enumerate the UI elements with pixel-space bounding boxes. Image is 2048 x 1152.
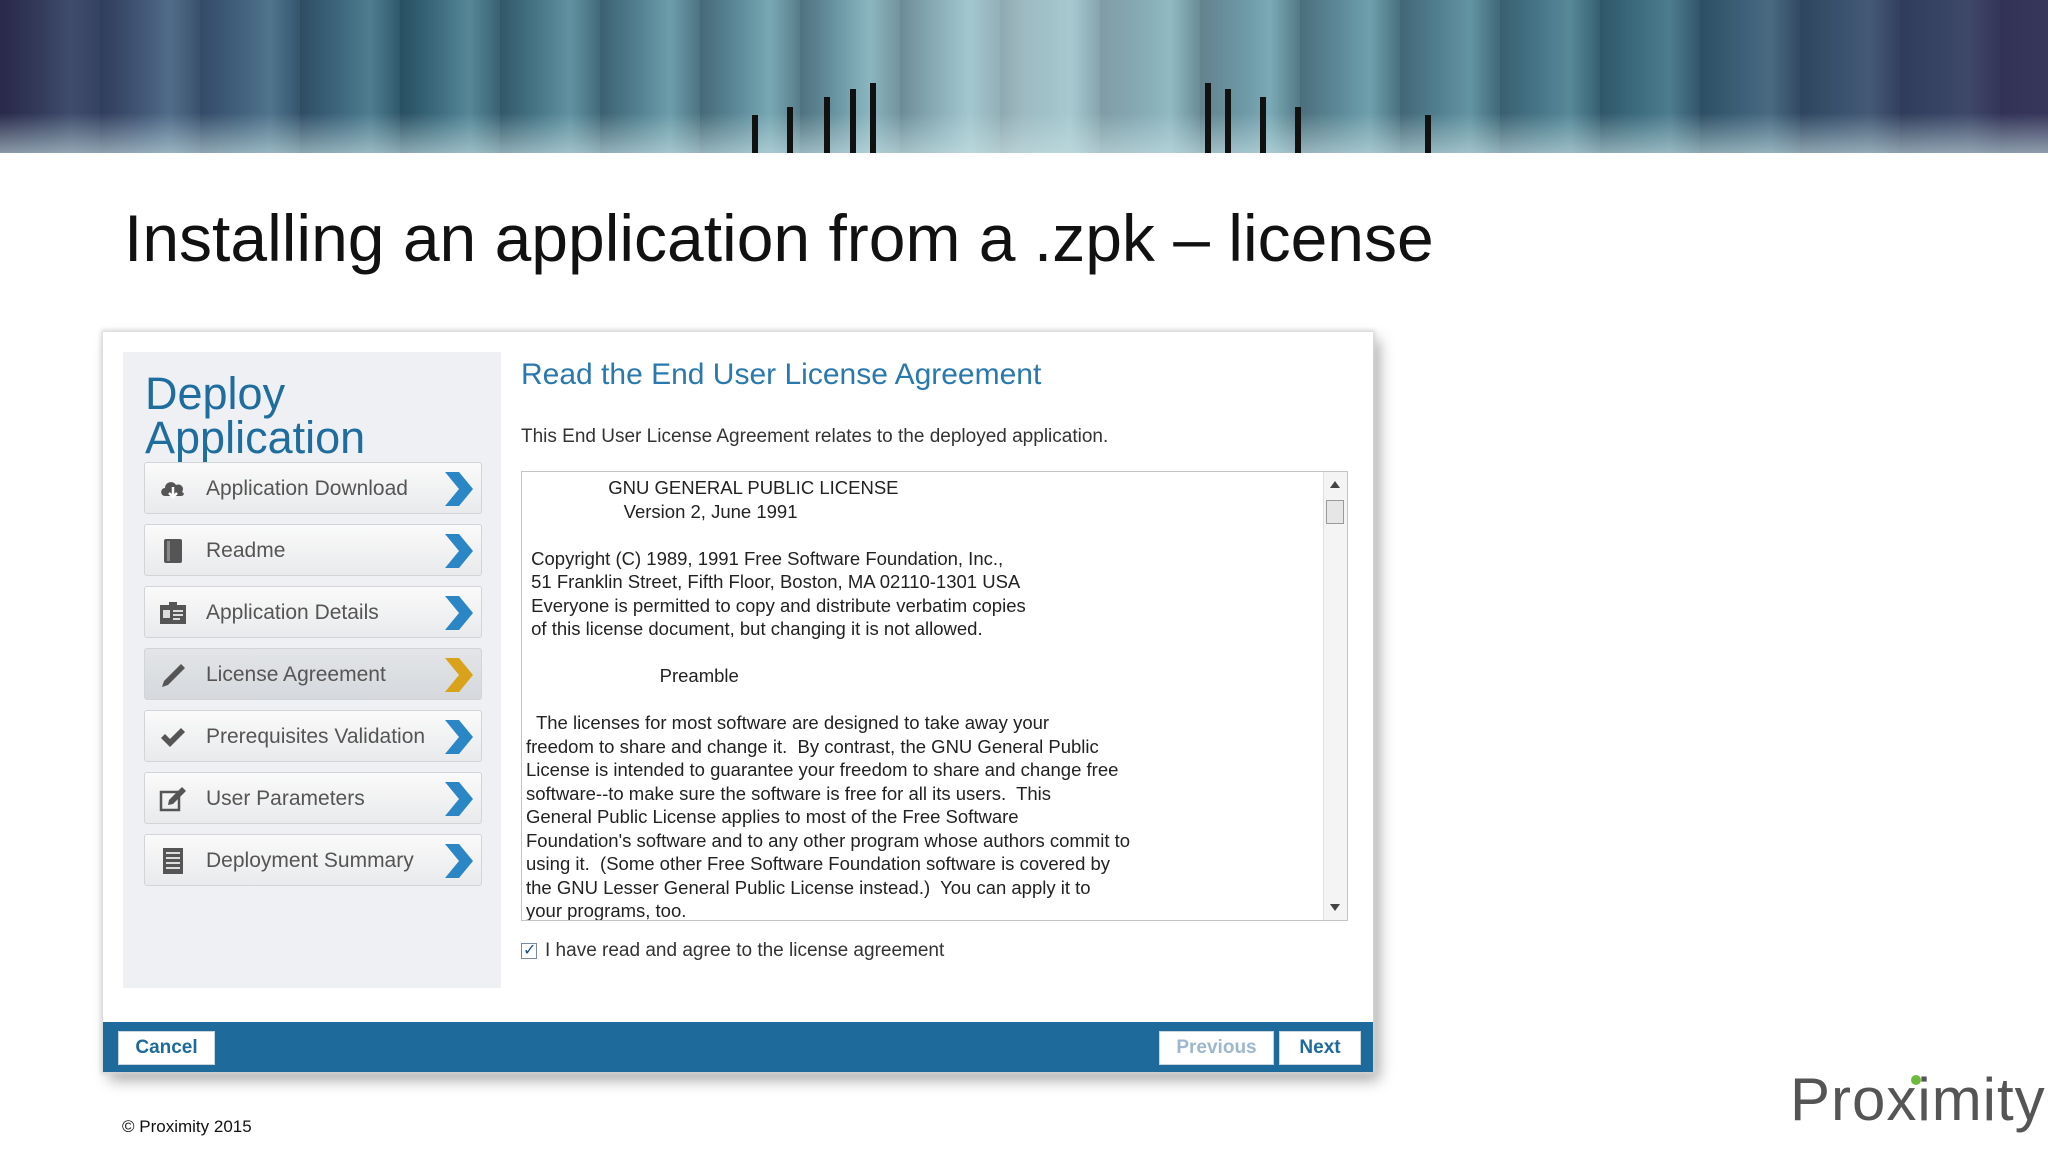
cloud-download-icon bbox=[161, 482, 184, 499]
scroll-up-arrow-icon[interactable] bbox=[1330, 481, 1340, 488]
cancel-button[interactable]: Cancel bbox=[118, 1031, 215, 1065]
agree-row[interactable]: I have read and agree to the license agr… bbox=[521, 940, 944, 962]
step-deployment-summary[interactable]: Deployment Summary bbox=[144, 834, 482, 886]
book-icon bbox=[164, 539, 182, 563]
list-icon bbox=[163, 848, 183, 874]
step-label: License Agreement bbox=[206, 663, 386, 686]
sidebar-title: Deploy Application bbox=[145, 368, 366, 463]
step-user-parameters[interactable]: User Parameters bbox=[144, 772, 482, 824]
step-label: Deployment Summary bbox=[206, 849, 414, 872]
checkmark-icon bbox=[161, 728, 185, 747]
content-title: Read the End User License Agreement bbox=[521, 358, 1042, 391]
chevron-right-icon bbox=[445, 472, 473, 506]
chevron-right-icon bbox=[445, 782, 473, 816]
chevron-right-icon bbox=[445, 534, 473, 568]
edit-icon bbox=[159, 787, 186, 812]
copyright-text: © Proximity 2015 bbox=[122, 1117, 252, 1136]
dialog-footer: Cancel Previous Next bbox=[103, 1022, 1373, 1072]
deploy-application-dialog: Deploy Application Application Download … bbox=[103, 332, 1373, 1072]
step-prerequisites-validation[interactable]: Prerequisites Validation bbox=[144, 710, 482, 762]
chevron-right-icon bbox=[445, 658, 473, 692]
step-label: Readme bbox=[206, 539, 286, 562]
agree-label: I have read and agree to the license agr… bbox=[545, 940, 945, 961]
id-card-icon bbox=[160, 602, 186, 624]
agree-checkbox[interactable] bbox=[521, 940, 537, 959]
license-text-area[interactable]: GNU GENERAL PUBLIC LICENSE Version 2, Ju… bbox=[521, 471, 1348, 921]
license-scrollbar[interactable] bbox=[1323, 472, 1347, 920]
slide-title: Installing an application from a .zpk – … bbox=[124, 201, 1434, 275]
step-label: User Parameters bbox=[206, 787, 365, 810]
chevron-right-icon bbox=[445, 844, 473, 878]
step-label: Prerequisites Validation bbox=[206, 725, 426, 748]
scroll-down-arrow-icon[interactable] bbox=[1330, 904, 1340, 911]
license-text: GNU GENERAL PUBLIC LICENSE Version 2, Ju… bbox=[526, 477, 1131, 921]
step-label: Application Details bbox=[206, 601, 379, 624]
wizard-sidebar: Deploy Application Application Download … bbox=[123, 352, 501, 988]
chevron-right-icon bbox=[445, 720, 473, 754]
header-banner-image bbox=[0, 0, 2048, 153]
step-application-download[interactable]: Application Download bbox=[144, 462, 482, 514]
previous-button[interactable]: Previous bbox=[1159, 1031, 1274, 1065]
next-button[interactable]: Next bbox=[1279, 1031, 1361, 1065]
step-readme[interactable]: Readme bbox=[144, 524, 482, 576]
step-label: Application Download bbox=[206, 477, 408, 500]
proximity-logo: Proximity bbox=[1790, 1065, 2046, 1134]
step-application-details[interactable]: Application Details bbox=[144, 586, 482, 638]
logo-dot bbox=[1911, 1075, 1921, 1085]
step-license-agreement[interactable]: License Agreement bbox=[144, 648, 482, 700]
pencil-icon bbox=[162, 664, 185, 687]
scroll-thumb[interactable] bbox=[1326, 500, 1344, 524]
content-description: This End User License Agreement relates … bbox=[521, 426, 1109, 447]
chevron-right-icon bbox=[445, 596, 473, 630]
